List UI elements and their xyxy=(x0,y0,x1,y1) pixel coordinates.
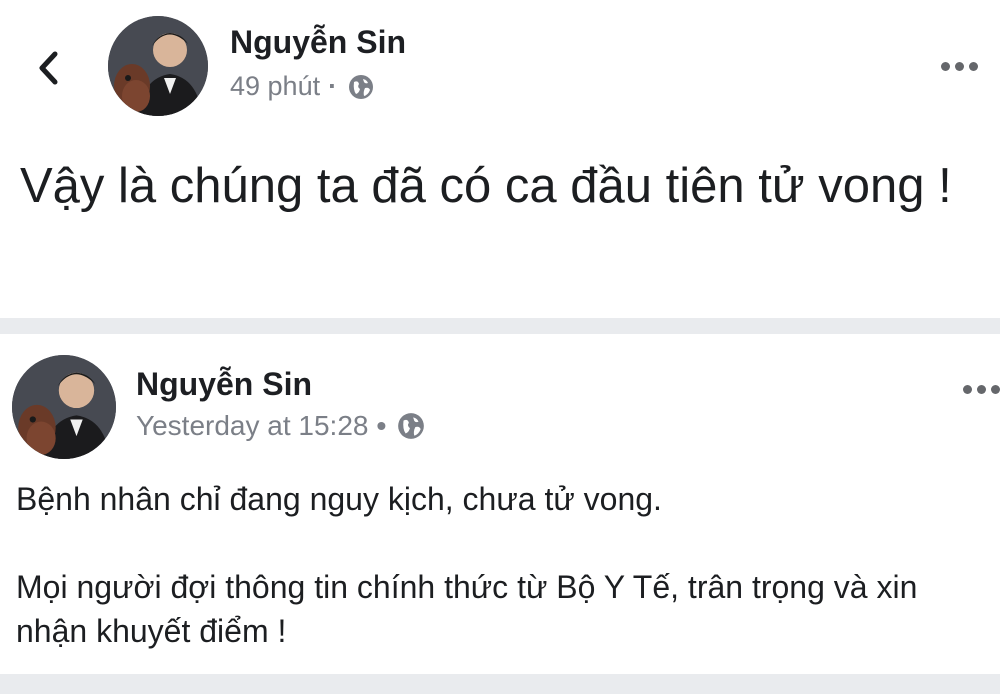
post-meta: Yesterday at 15:28 • xyxy=(136,410,426,442)
globe-icon xyxy=(398,413,425,439)
avatar[interactable] xyxy=(108,16,208,116)
avatar-photo xyxy=(12,355,116,459)
post-paragraph: Mọi người đợi thông tin chính thức từ Bộ… xyxy=(16,569,918,649)
meta-separator: · xyxy=(328,71,338,101)
avatar-photo xyxy=(108,16,208,116)
post-time[interactable]: Yesterday at 15:28 xyxy=(136,410,368,442)
post-paragraph: Bệnh nhân chỉ đang nguy kịch, chưa tử vo… xyxy=(16,481,662,517)
more-horizontal-icon xyxy=(963,385,972,394)
more-horizontal-icon xyxy=(941,62,950,71)
author-name[interactable]: Nguyễn Sin xyxy=(136,366,312,403)
post-card: Nguyễn Sin Yesterday at 15:28 • Bệnh nhâ… xyxy=(0,334,1000,674)
globe-icon xyxy=(349,74,374,99)
post-text: Bệnh nhân chỉ đang nguy kịch, chưa tử vo… xyxy=(16,477,996,653)
author-name[interactable]: Nguyễn Sin xyxy=(230,24,406,61)
post-card: Nguyễn Sin 49 phút · Vậy là chúng ta đã … xyxy=(0,0,1000,318)
more-options-button[interactable] xyxy=(963,385,1000,394)
post-meta: 49 phút · xyxy=(230,71,375,102)
more-options-button[interactable] xyxy=(941,62,978,71)
post-time[interactable]: 49 phút xyxy=(230,71,320,102)
chevron-left-icon xyxy=(39,51,58,85)
meta-separator: • xyxy=(376,410,387,441)
avatar[interactable] xyxy=(12,355,116,459)
post-text: Vậy là chúng ta đã có ca đầu tiên tử von… xyxy=(20,159,952,213)
back-button[interactable] xyxy=(28,44,68,92)
